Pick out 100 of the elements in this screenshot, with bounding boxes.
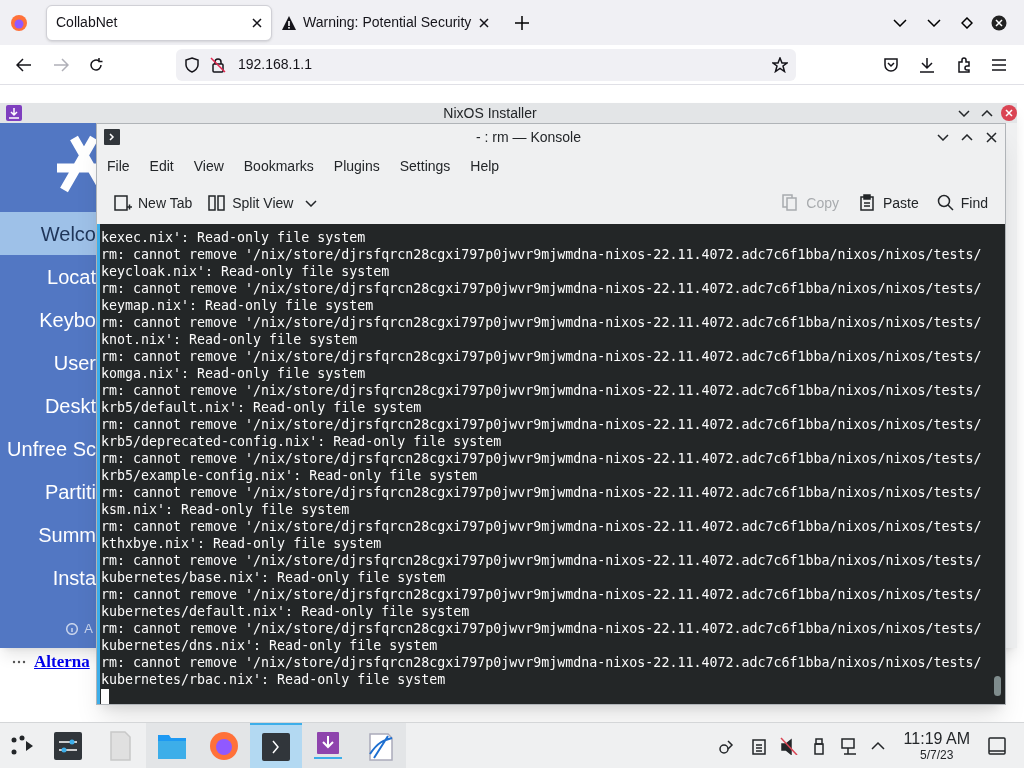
sidebar-step[interactable]: Summ <box>38 519 96 550</box>
star-icon[interactable] <box>772 56 788 73</box>
sidebar-step[interactable]: Keybo <box>39 304 96 335</box>
pocket-icon[interactable] <box>883 56 899 73</box>
shield-icon <box>184 56 200 73</box>
terminal-line: kubernetes/default.nix': Read-only file system <box>101 603 470 620</box>
plus-icon[interactable] <box>515 15 529 30</box>
page-link[interactable]: Alterna <box>34 649 90 675</box>
url-text: 192.168.1.1 <box>238 56 312 72</box>
terminal-line: rm: cannot remove '/nix/store/djrsfqrcn28cgxi797p0jwvr9mjwmdna-nixos-22.11.4072.adc7c6f1bba/nixos/nixos/tests/ <box>101 280 982 297</box>
terminal-line: rm: cannot remove '/nix/store/djrsfqrcn28cgxi797p0jwvr9mjwmdna-nixos-22.11.4072.adc7c6f1bba/nixos/nixos/tests/ <box>101 416 982 433</box>
terminal-line: komga.nix': Read-only file system <box>101 365 366 382</box>
menu-item[interactable]: File <box>100 152 137 180</box>
close-icon[interactable] <box>991 14 1007 31</box>
terminal-line: rm: cannot remove '/nix/store/djrsfqrcn28cgxi797p0jwvr9mjwmdna-nixos-22.11.4072.adc7c6f1bba/nixos/nixos/tests/ <box>101 654 982 671</box>
back-icon[interactable] <box>16 57 32 72</box>
terminal-line: kubernetes/base.nix': Read-only file system <box>101 569 446 586</box>
new-tab-icon <box>114 194 132 212</box>
maximize-icon[interactable] <box>961 133 973 141</box>
warning-icon <box>281 14 297 31</box>
terminal-icon <box>260 730 292 763</box>
show-desktop-icon[interactable] <box>988 736 1006 755</box>
sidebar-step[interactable]: Locat <box>47 261 96 292</box>
address-bar[interactable]: 192.168.1.1 <box>176 48 796 81</box>
toolbar-button[interactable]: New Tab <box>111 188 196 218</box>
menu-item[interactable]: Settings <box>392 152 458 180</box>
close-icon[interactable] <box>252 17 262 28</box>
tab-title: CollabNet <box>56 13 119 32</box>
taskbar-app[interactable] <box>250 722 302 768</box>
terminal-line: keycloak.nix': Read-only file system <box>101 263 390 280</box>
text-cursor <box>101 689 109 704</box>
split-icon <box>208 194 227 212</box>
toolbar-button[interactable]: Find <box>933 188 991 218</box>
terminal-line: kexec.nix': Read-only file system <box>101 229 366 246</box>
clock-date: 5/7/23 <box>920 747 954 762</box>
sidebar-step[interactable]: Deskt <box>44 390 96 421</box>
terminal-line: rm: cannot remove '/nix/store/djrsfqrcn28cgxi797p0jwvr9mjwmdna-nixos-22.11.4072.adc7c6f1bba/nixos/nixos/tests/ <box>101 246 982 263</box>
menu-item[interactable]: View <box>186 152 231 180</box>
menu-item[interactable]: Bookmarks <box>236 152 321 180</box>
speaker-muted-icon[interactable] <box>779 736 798 755</box>
clock[interactable]: 11:19 AM 5/7/23 <box>903 729 970 762</box>
reload-icon[interactable] <box>88 56 104 73</box>
terminal-line: kthxbye.nix': Read-only file system <box>101 535 382 552</box>
extensions-icon[interactable] <box>956 56 972 73</box>
menu-item[interactable]: Plugins <box>326 152 387 180</box>
download-icon[interactable] <box>919 56 935 73</box>
maximize-icon[interactable] <box>981 109 993 117</box>
window-title: - : rm — Konsole <box>475 127 582 147</box>
sidebar-step[interactable]: Partiti <box>44 476 96 507</box>
terminal-line: krb5/deprecated-config.nix': Read-only file system <box>101 433 502 450</box>
terminal-line: krb5/default.nix': Read-only file system <box>101 399 422 416</box>
clock-time: 11:19 AM <box>903 729 970 748</box>
info-icon <box>66 622 79 635</box>
dots-icon <box>12 659 26 664</box>
firefox-icon[interactable] <box>10 13 28 32</box>
chevron-down-icon <box>305 199 318 207</box>
sidebar-step[interactable]: User <box>53 347 96 378</box>
minimize-icon[interactable] <box>937 133 949 141</box>
installer-icon <box>312 729 344 762</box>
close-icon[interactable] <box>479 17 489 28</box>
lock-icon <box>210 56 226 73</box>
terminal-line: kubernetes/dns.nix': Read-only file system <box>101 637 438 654</box>
toolbar-button[interactable]: Split View <box>205 188 321 218</box>
menu-icon[interactable] <box>991 57 1007 72</box>
terminal-line: keymap.nix': Read-only file system <box>101 297 374 314</box>
minimize-icon[interactable] <box>958 109 970 117</box>
terminal-line: rm: cannot remove '/nix/store/djrsfqrcn28cgxi797p0jwvr9mjwmdna-nixos-22.11.4072.adc7c6f1bba/nixos/nixos/tests/ <box>101 348 982 365</box>
terminal-line: rm: cannot remove '/nix/store/djrsfqrcn28cgxi797p0jwvr9mjwmdna-nixos-22.11.4072.adc7c6f1bba/nixos/nixos/tests/ <box>101 552 982 569</box>
menu-item[interactable]: Edit <box>142 152 181 180</box>
tab-title: Warning: Potential Security <box>303 13 473 32</box>
terminal-line: rm: cannot remove '/nix/store/djrsfqrcn28cgxi797p0jwvr9mjwmdna-nixos-22.11.4072.adc7c6f1bba/nixos/nixos/tests/ <box>101 314 982 331</box>
browser-tab[interactable]: Warning: Potential Security <box>272 4 498 41</box>
terminal-line: rm: cannot remove '/nix/store/djrsfqrcn28cgxi797p0jwvr9mjwmdna-nixos-22.11.4072.adc7c6f1bba/nixos/nixos/tests/ <box>101 450 982 467</box>
window-title: NixOS Installer <box>442 103 538 123</box>
minimize-icon[interactable] <box>927 18 941 27</box>
taskbar-app[interactable] <box>302 722 354 768</box>
close-icon[interactable] <box>986 131 997 143</box>
taskbar-app[interactable] <box>354 722 406 768</box>
find-icon <box>936 194 955 212</box>
sidebar-step[interactable]: Unfree Sc <box>7 433 96 464</box>
terminal-line: kubernetes/rbac.nix': Read-only file system <box>101 671 446 688</box>
sidebar-step[interactable]: Insta <box>52 562 96 593</box>
network-wired-icon[interactable] <box>839 736 858 755</box>
terminal-line: rm: cannot remove '/nix/store/djrsfqrcn28cgxi797p0jwvr9mjwmdna-nixos-22.11.4072.adc7c6f1bba/nixos/nixos/tests/ <box>101 586 982 603</box>
terminal-app-icon <box>104 129 120 145</box>
clipboard-icon[interactable] <box>749 736 768 755</box>
scrollbar-thumb[interactable] <box>994 676 1001 696</box>
terminal-line: rm: cannot remove '/nix/store/djrsfqrcn28cgxi797p0jwvr9mjwmdna-nixos-22.11.4072.adc7c6f1bba/nixos/nixos/tests/ <box>101 382 982 399</box>
terminal-line: rm: cannot remove '/nix/store/djrsfqrcn28cgxi797p0jwvr9mjwmdna-nixos-22.11.4072.adc7c6f1bba/nixos/nixos/tests/ <box>101 484 982 501</box>
maximize-icon[interactable] <box>961 16 973 29</box>
settings-icon <box>52 729 84 762</box>
terminal-line: knot.nix': Read-only file system <box>101 331 358 348</box>
chevron-down-icon[interactable] <box>893 18 907 27</box>
terminal-line: ksm.nix': Read-only file system <box>101 501 350 518</box>
terminal-line: rm: cannot remove '/nix/store/djrsfqrcn28cgxi797p0jwvr9mjwmdna-nixos-22.11.4072.adc7c6f1bba/nixos/nixos/tests/ <box>101 518 982 535</box>
firefox-icon <box>208 729 240 762</box>
menu-item[interactable]: Help <box>463 152 507 180</box>
installer-app-icon <box>6 105 22 121</box>
toolbar-button[interactable]: Paste <box>855 188 922 218</box>
browser-tab[interactable]: CollabNet <box>46 4 272 41</box>
